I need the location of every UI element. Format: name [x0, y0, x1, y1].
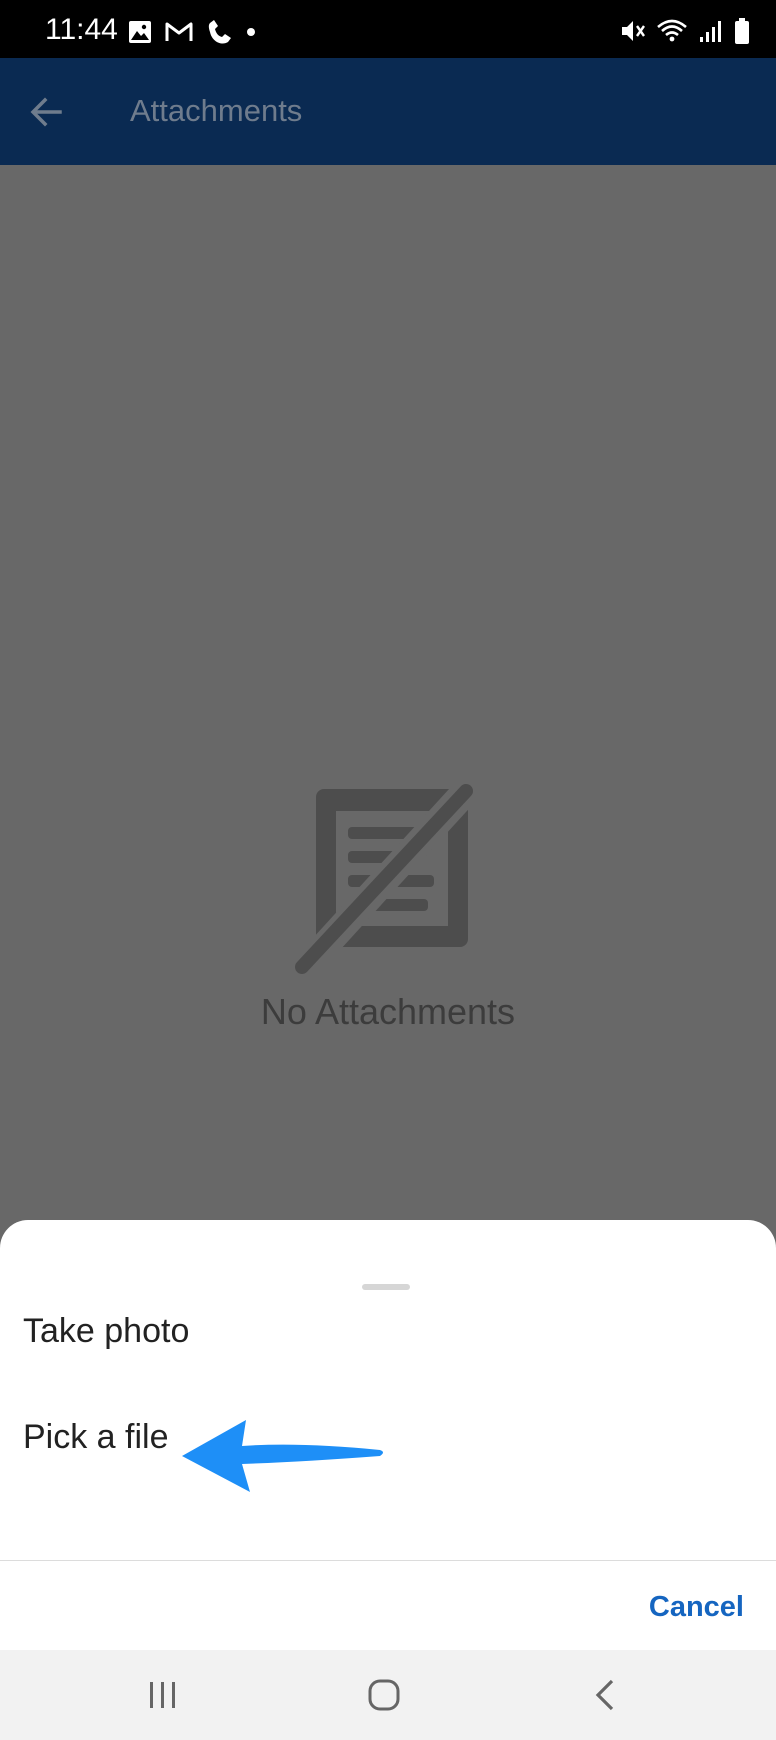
take-photo-option[interactable]: Take photo [0, 1280, 776, 1380]
status-bar: 11:44 [0, 0, 776, 58]
arrow-left-icon [30, 97, 62, 127]
status-time: 11:44 [45, 13, 118, 46]
app-bar: Attachments [0, 58, 776, 165]
dot-icon [247, 28, 255, 36]
gallery-icon [129, 21, 151, 43]
signal-icon [700, 21, 721, 42]
back-button[interactable] [16, 82, 76, 142]
status-left-icons [128, 18, 256, 46]
wifi-icon [657, 19, 687, 42]
cancel-button[interactable]: Cancel [641, 1582, 752, 1632]
mute-icon [622, 21, 645, 41]
home-button[interactable] [344, 1665, 424, 1725]
battery-icon [735, 18, 749, 44]
page-title: Attachments [130, 93, 303, 128]
empty-state-message: No Attachments [260, 991, 516, 1032]
status-right-icons [620, 16, 750, 46]
callout-arrow-icon [182, 1420, 383, 1492]
take-photo-label: Take photo [23, 1312, 190, 1350]
pick-file-option[interactable]: Pick a file [0, 1387, 776, 1487]
attachments-content: No Attachments [0, 165, 776, 1220]
sheet-divider [0, 1560, 776, 1561]
no-attachment-icon [289, 783, 479, 978]
phone-icon [208, 20, 231, 44]
recents-icon [150, 1682, 175, 1708]
pick-file-label: Pick a file [23, 1418, 169, 1456]
gmail-icon [165, 22, 193, 41]
home-icon [368, 1679, 400, 1711]
system-back-button[interactable] [565, 1665, 645, 1725]
system-nav-bar [0, 1650, 776, 1740]
recents-button[interactable] [123, 1665, 203, 1725]
back-icon [595, 1679, 614, 1711]
